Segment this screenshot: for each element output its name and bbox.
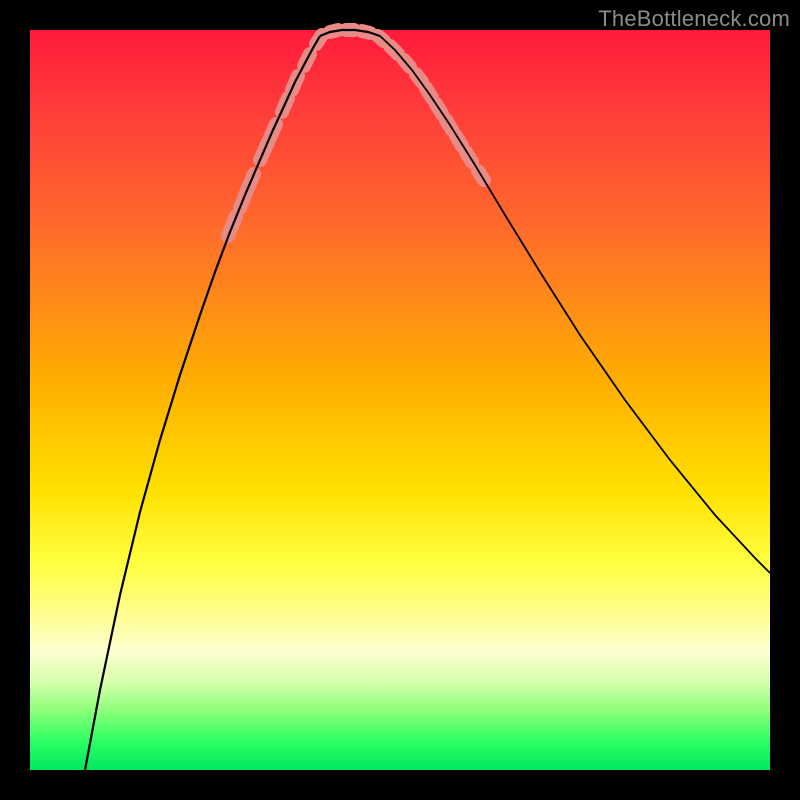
chart-frame: TheBottleneck.com <box>0 0 800 800</box>
curve-left-branch <box>85 36 320 770</box>
marker-beads <box>228 30 484 236</box>
watermark-text: TheBottleneck.com <box>598 6 790 32</box>
chart-overlay <box>30 30 770 770</box>
